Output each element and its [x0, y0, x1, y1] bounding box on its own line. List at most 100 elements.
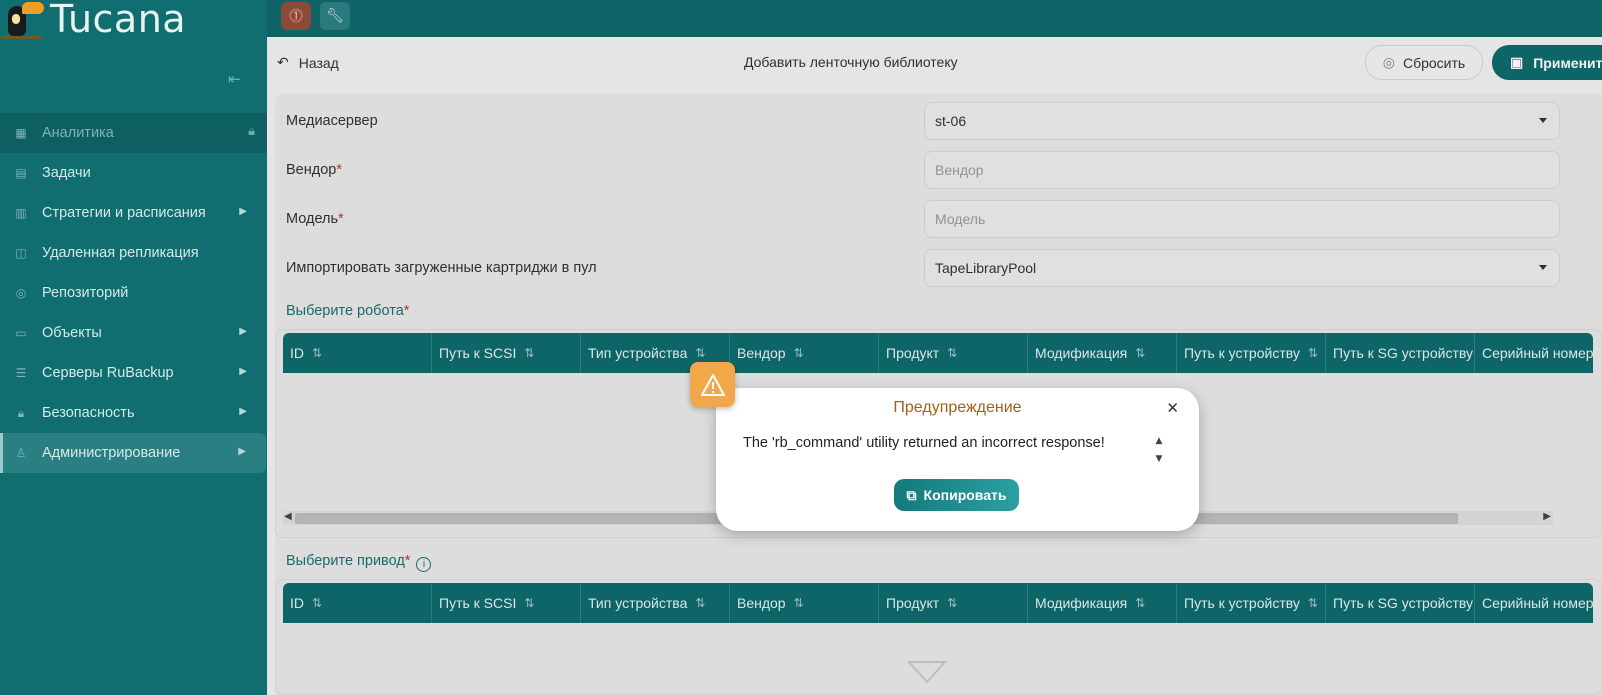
server-icon: ☰ — [15, 366, 27, 380]
app-title: Tucana — [50, 0, 187, 41]
scroll-right-icon[interactable]: ▶ — [1543, 511, 1551, 522]
column-header[interactable]: Серийный номер⇅ — [1475, 333, 1593, 373]
reset-icon: ◎ — [1382, 54, 1395, 70]
sidebar: Tucana ⇤ ▦ Аналитика 🔒︎ ▤ Задачи ▥ Страт… — [0, 0, 267, 695]
wrench-icon[interactable]: 🔧︎ — [320, 2, 350, 30]
replication-icon: ◫ — [15, 246, 27, 260]
copy-icon: ⧉ — [906, 486, 917, 503]
sidebar-item-administration[interactable]: ♙ Администрирование ▶ — [0, 433, 266, 473]
sidebar-item-servers[interactable]: ☰ Серверы RuBackup ▶ — [0, 353, 267, 393]
sidebar-item-replication[interactable]: ◫ Удаленная репликация — [0, 233, 267, 273]
drive-table-header: ID ⇅ Путь к SCSI ⇅ Тип устройства ⇅ Вендор ⇅… — [283, 583, 1593, 623]
vendor-input[interactable]: Вендор — [924, 151, 1560, 189]
info-icon[interactable]: i — [416, 557, 432, 572]
copy-label: Копировать — [923, 487, 1007, 503]
robot-table-header: ID ⇅ Путь к SCSI ⇅ Тип устройства ⇅ Вендор ⇅… — [283, 333, 1593, 373]
save-icon: ▣ — [1510, 54, 1524, 70]
caret-down-icon — [1539, 265, 1547, 270]
sidebar-item-label: Безопасность — [42, 405, 135, 421]
dashboard-icon: ▦ — [15, 126, 27, 140]
page-toolbar: ↶ Назад Добавить ленточную библиотеку ◎ … — [267, 37, 1602, 89]
scroll-left-icon[interactable]: ◀ — [284, 511, 292, 522]
sidebar-item-label: Репозиторий — [42, 285, 129, 301]
alert-icon[interactable]: ⓵ — [281, 2, 311, 30]
sidebar-item-tasks[interactable]: ▤ Задачи — [0, 153, 267, 193]
sidebar-item-label: Аналитика — [42, 125, 114, 141]
sidebar-item-security[interactable]: 🔒︎ Безопасность ▶ — [0, 393, 267, 433]
sidebar-item-strategies[interactable]: ▥ Стратегии и расписания ▶ — [0, 193, 267, 233]
column-header[interactable]: ID ⇅ — [283, 583, 432, 623]
column-header[interactable]: Путь к устройству ⇅ — [1177, 333, 1326, 373]
chevron-up-icon[interactable]: ▲ — [1152, 432, 1166, 450]
close-icon[interactable]: ✕ — [1166, 399, 1179, 417]
column-header[interactable]: Вендор ⇅ — [730, 333, 879, 373]
model-label: Модель* — [286, 211, 344, 227]
admin-user-icon: ♙ — [15, 446, 27, 460]
column-header[interactable]: Продукт ⇅ — [879, 583, 1028, 623]
column-header[interactable]: Продукт ⇅ — [879, 333, 1028, 373]
dialog-message: The 'rb_command' utility returned an inc… — [743, 435, 1105, 451]
vendor-label: Вендор* — [286, 162, 342, 178]
sidebar-item-label: Серверы RuBackup — [42, 365, 174, 381]
sidebar-item-label: Администрирование — [42, 445, 181, 461]
dialog-title: Предупреждение — [893, 399, 1022, 416]
back-label: Назад — [298, 54, 339, 71]
reset-button[interactable]: ◎ Сбросить — [1365, 45, 1483, 80]
brand: Tucana — [0, 0, 186, 44]
model-placeholder: Модель — [935, 211, 986, 227]
mediaserver-select[interactable]: st-06 — [924, 102, 1560, 140]
chevron-right-icon: ▶ — [239, 206, 247, 217]
tasks-icon: ▤ — [15, 166, 27, 180]
column-header[interactable]: Вендор ⇅ — [730, 583, 879, 623]
apply-label: Применить — [1533, 54, 1602, 71]
pool-select[interactable]: TapeLibraryPool — [924, 249, 1560, 287]
top-bar: ⓵ 🔧︎ — [267, 0, 1602, 37]
model-row: Модель* Модель — [275, 200, 1602, 238]
copy-button[interactable]: ⧉ Копировать — [894, 479, 1019, 511]
column-header[interactable]: Путь к SG устройству⇅ — [1326, 583, 1475, 623]
empty-state-icon — [907, 661, 947, 684]
column-header[interactable]: Путь к SG устройству⇅ — [1326, 333, 1475, 373]
back-button[interactable]: ↶ Назад — [277, 54, 339, 71]
warning-icon — [690, 362, 735, 407]
column-header[interactable]: Модификация ⇅ — [1028, 333, 1177, 373]
pool-row: Импортировать загруженные картриджи в пу… — [275, 249, 1602, 287]
column-header[interactable]: Модификация ⇅ — [1028, 583, 1177, 623]
mediaserver-value: st-06 — [935, 113, 967, 129]
mediaserver-row: Медиасервер st-06 — [275, 102, 1602, 140]
drive-section-label: Выберите привод* i — [286, 553, 432, 572]
column-header[interactable]: Путь к SCSI ⇅ — [432, 333, 581, 373]
sidebar-item-repository[interactable]: ◎ Репозиторий — [0, 273, 267, 313]
column-header[interactable]: Путь к SCSI ⇅ — [432, 583, 581, 623]
undo-icon: ↶ — [277, 54, 289, 70]
page-title: Добавить ленточную библиотеку — [744, 54, 958, 70]
column-header[interactable]: Серийный номер⇅ — [1475, 583, 1593, 623]
pool-label: Импортировать загруженные картриджи в пу… — [286, 260, 597, 276]
sidebar-item-label: Задачи — [42, 165, 91, 181]
apply-button[interactable]: ▣ Применить — [1492, 45, 1602, 80]
reset-label: Сбросить — [1402, 54, 1466, 71]
chevron-right-icon: ▶ — [238, 446, 246, 457]
column-header[interactable]: Тип устройства ⇅ — [581, 583, 730, 623]
chevron-right-icon: ▶ — [239, 366, 247, 377]
sidebar-nav: ▦ Аналитика 🔒︎ ▤ Задачи ▥ Стратегии и ра… — [0, 113, 267, 473]
sidebar-item-analytics[interactable]: ▦ Аналитика 🔒︎ — [0, 113, 267, 153]
sidebar-item-label: Стратегии и расписания — [42, 205, 206, 221]
sidebar-item-objects[interactable]: ▭ Объекты ▶ — [0, 313, 267, 353]
column-header[interactable]: Путь к устройству ⇅ — [1177, 583, 1326, 623]
main-content: ↶ Назад Добавить ленточную библиотеку ◎ … — [267, 37, 1602, 695]
toucan-logo — [0, 0, 46, 44]
column-header[interactable]: ID ⇅ — [283, 333, 432, 373]
collapse-sidebar-icon[interactable]: ⇤ — [228, 70, 246, 88]
robot-section-label: Выберите робота* — [286, 303, 410, 319]
model-input[interactable]: Модель — [924, 200, 1560, 238]
lock-icon: 🔒︎ — [17, 405, 25, 420]
vendor-row: Вендор* Вендор — [275, 151, 1602, 189]
dialog-scroll-arrows[interactable]: ▲ ▼ — [1152, 432, 1166, 470]
mediaserver-label: Медиасервер — [286, 113, 378, 129]
chevron-down-icon[interactable]: ▼ — [1152, 450, 1166, 468]
lock-icon: 🔒︎ — [248, 124, 255, 139]
caret-down-icon — [1539, 118, 1547, 123]
database-icon: ◎ — [15, 286, 27, 300]
chevron-right-icon: ▶ — [239, 326, 247, 337]
